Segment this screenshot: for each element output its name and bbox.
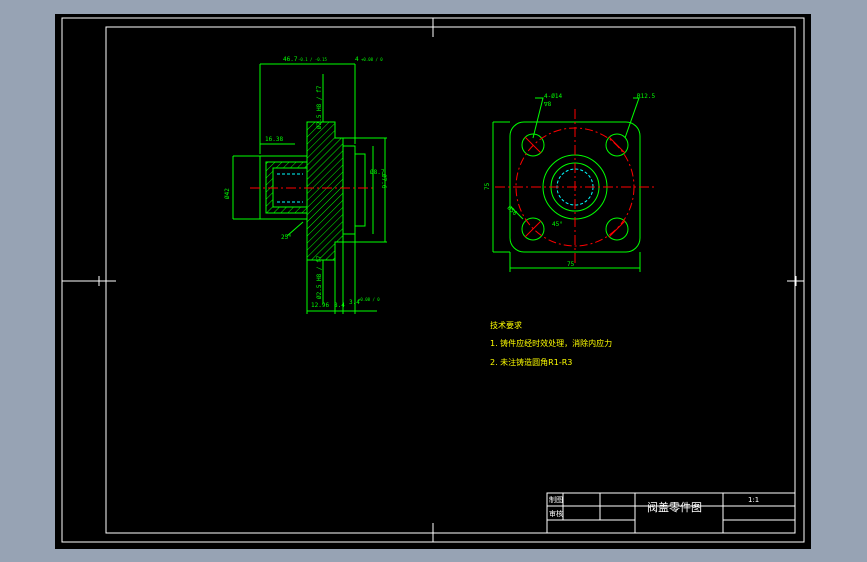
hole-center — [524, 136, 542, 154]
label-height: 75 — [484, 182, 491, 190]
label-hole-depth: ∇8 — [543, 101, 552, 108]
title-row1-label: 制图 — [549, 495, 563, 504]
tech-requirements: 技术要求 1. 铸件应经时效处理，消除内应力 2. 未注铸造圆角R1-R3 — [490, 320, 612, 367]
step-1 — [342, 145, 356, 235]
dim-bottom-left: 12.96 — [311, 302, 329, 309]
part-name: 阀盖零件图 — [647, 500, 702, 514]
dim-top-overall-tol: -0.1 / -0.15 — [298, 57, 327, 62]
drawing-canvas: 46.7 -0.1 / -0.15 4 +0.08 / 0 16.38 Ø42 … — [61, 17, 805, 543]
leader-holes — [532, 97, 544, 139]
sheet-border — [61, 17, 805, 543]
leader-radius — [624, 97, 640, 139]
dim-vert-bottom: Ø2.5 H8 / f7 — [316, 255, 323, 299]
dim-top-right: 4 — [355, 56, 359, 63]
hole-center — [524, 220, 542, 238]
flange-section — [306, 121, 344, 261]
tech-item-1: 1. 铸件应经时效处理，消除内应力 — [490, 338, 612, 348]
dim-top-overall: 46.7 — [283, 56, 298, 63]
step-2 — [354, 153, 366, 227]
tech-title: 技术要求 — [490, 320, 522, 330]
cad-viewport[interactable]: 46.7 -0.1 / -0.15 4 +0.08 / 0 16.38 Ø42 … — [55, 14, 811, 549]
label-angle: 45° — [552, 221, 563, 228]
dim-bottom-mid: 8.4 — [334, 302, 345, 309]
hole-center — [608, 220, 626, 238]
hole-center — [608, 136, 626, 154]
dim-bottom-right-tol: +0.08 / 0 — [358, 297, 380, 302]
dim-top-right-tol: +0.08 / 0 — [361, 57, 383, 62]
dim-left-width: 16.38 — [265, 136, 283, 143]
label-radius: R12.5 — [637, 93, 655, 100]
section-view — [232, 63, 387, 314]
dim-right-dia-2: Ø7.6 — [380, 174, 387, 189]
frame-border — [105, 26, 796, 534]
dim-left-dia: Ø42 — [224, 188, 231, 199]
dim-angle: 25° — [281, 234, 292, 241]
label-holes: 4-Ø14 — [544, 93, 562, 100]
tech-item-2: 2. 未注铸造圆角R1-R3 — [490, 357, 572, 367]
dim-vert-top: Ø2.5 H8 / f7 — [316, 85, 323, 129]
label-width: 75 — [567, 261, 575, 268]
plan-view — [492, 97, 655, 272]
label-bolt-circle: Ø56 — [506, 204, 519, 217]
scale: 1:1 — [748, 496, 759, 504]
title-row2-label: 审核 — [549, 509, 563, 518]
